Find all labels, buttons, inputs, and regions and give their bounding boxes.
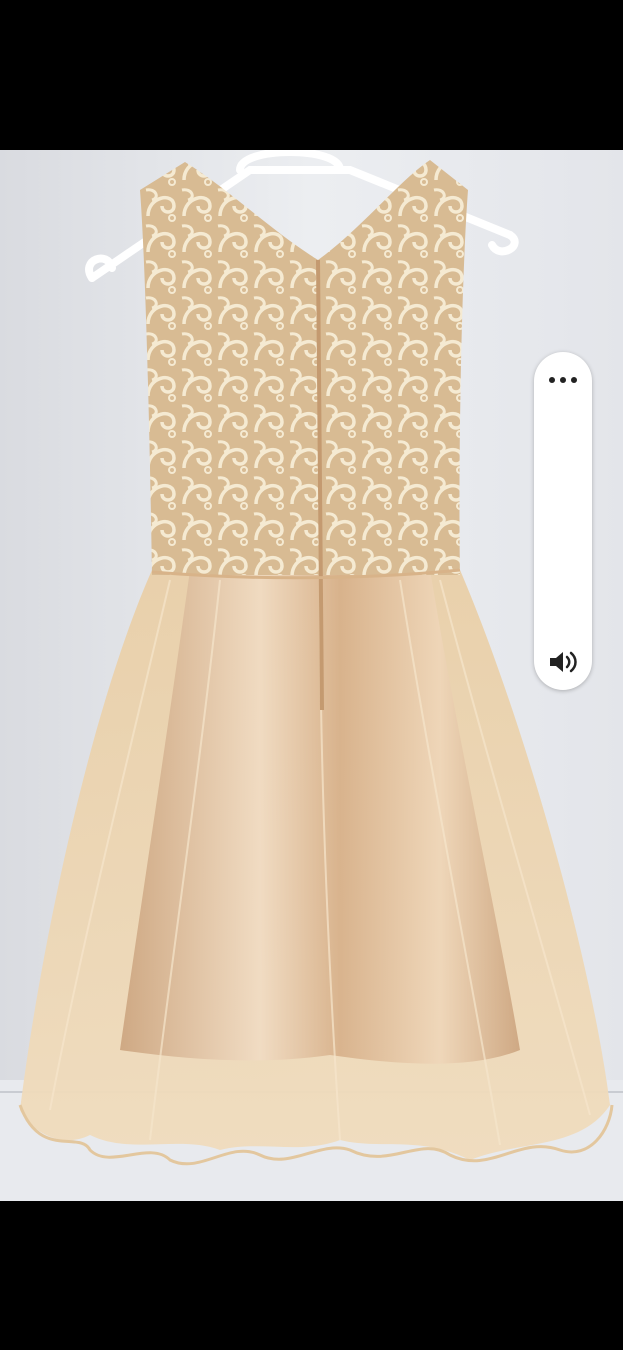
volume-slider[interactable] (534, 404, 592, 640)
more-horizontal-icon (549, 377, 577, 383)
dress-photo-image (0, 150, 623, 1201)
top-black-bar (0, 0, 623, 150)
more-options-button[interactable] (534, 362, 592, 398)
speaker-volume-icon (550, 651, 577, 673)
screen (0, 0, 623, 1350)
volume-panel (534, 352, 592, 690)
bottom-black-bar (0, 1201, 623, 1350)
dress-photo (0, 150, 623, 1201)
volume-mute-toggle[interactable] (534, 642, 592, 682)
